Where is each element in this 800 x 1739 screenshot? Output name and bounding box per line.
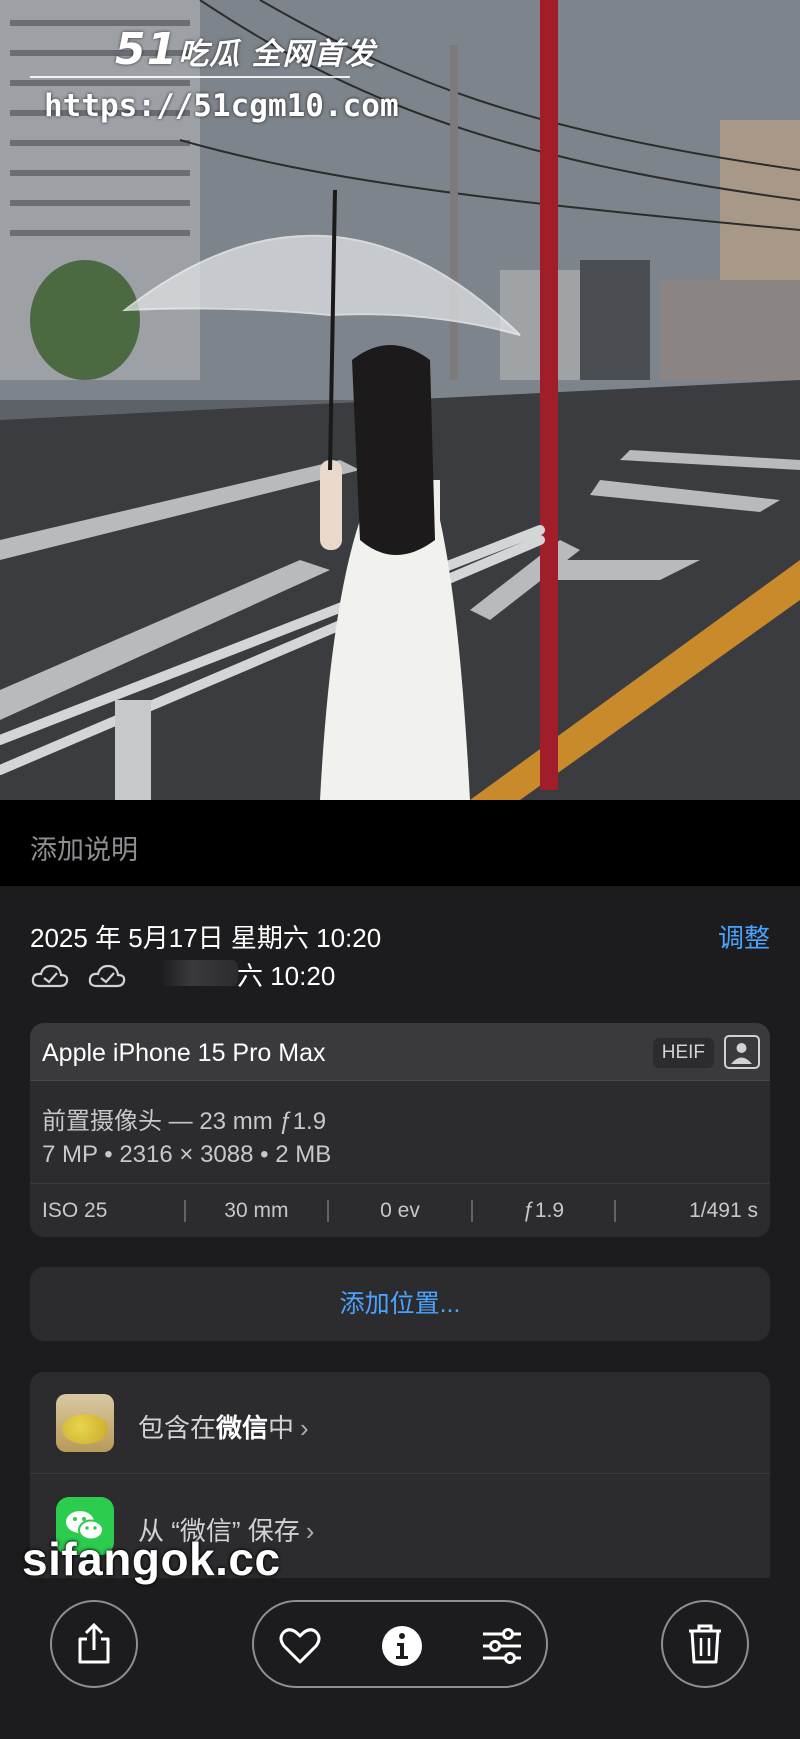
adjust-edit-button[interactable] [480,1624,524,1668]
exif-ev: 0 ev [380,1198,420,1222]
cloud-sync-icon [88,964,126,988]
chevron-right-icon: › [300,1413,309,1443]
heart-icon [279,1628,321,1664]
trash-icon [689,1624,721,1664]
redacted-text [160,960,238,986]
watermark-url: https://51cgm10.com [44,88,399,124]
delete-button[interactable] [661,1600,749,1688]
info-icon [382,1626,422,1666]
exif-iso: ISO 25 [42,1198,108,1222]
watermark-brand: 51吃瓜 全网首发 [115,24,376,75]
watermark-overlay: sifangok.cc [22,1533,281,1585]
lens-info: 前置摄像头 — 23 mm ƒ1.9 [42,1108,327,1135]
favorite-button[interactable] [278,1624,322,1668]
icloud-check-icon [31,964,69,988]
exif-row: ISO 25 30 mm 0 ev ƒ1.9 1/491 s [30,1183,770,1237]
sliders-icon [483,1628,521,1664]
info-button[interactable] [380,1624,424,1668]
photo-viewer[interactable]: 51吃瓜 全网首发 https://51cgm10.com [0,0,800,800]
watermark-divider [30,76,350,79]
share-button[interactable] [50,1600,138,1688]
exif-shutter: 1/491 s [689,1198,758,1222]
camera-header: Apple iPhone 15 Pro Max HEIF [30,1023,770,1081]
chevron-right-icon: › [305,1516,315,1546]
included-in-wechat-row[interactable]: 包含在微信中 › [30,1372,770,1474]
image-specs: 7 MP • 2316 × 3088 • 2 MB [42,1141,332,1168]
adjust-button[interactable]: 调整 [718,918,770,955]
original-date: 六 10:20 [237,961,336,991]
date-time: 2025 年 5月17日 星期六 10:20 [30,923,382,953]
share-icon [78,1623,110,1664]
included-in-label: 包含在微信中 › [138,1413,309,1443]
caption-input[interactable]: 添加说明 [30,828,138,867]
exif-aperture: ƒ1.9 [523,1198,565,1222]
camera-model: Apple iPhone 15 Pro Max [42,1039,326,1067]
portrait-icon[interactable] [724,1035,760,1069]
location-card: 添加位置... [30,1267,770,1341]
exif-focal: 30 mm [224,1198,289,1222]
wechat-thumbnail [56,1394,114,1452]
camera-info-card: Apple iPhone 15 Pro Max HEIF 前置摄像头 — 23 … [30,1023,770,1237]
add-location-button[interactable]: 添加位置... [30,1267,770,1341]
format-badge: HEIF [652,1038,714,1068]
action-group [252,1600,548,1688]
